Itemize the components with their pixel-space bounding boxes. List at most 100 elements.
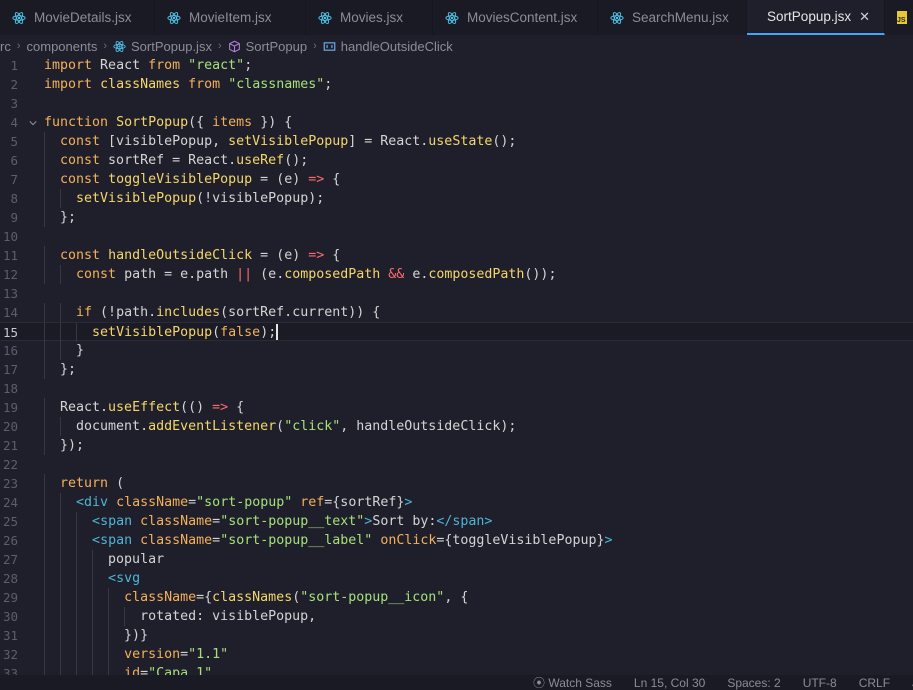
- line-number: 20: [2, 419, 18, 434]
- breadcrumb-item[interactable]: SortPopup: [228, 39, 307, 54]
- code-text: };: [44, 362, 77, 377]
- breadcrumb-item[interactable]: rc: [0, 39, 11, 54]
- code-text: const path = e.path || (e.composedPath &…: [76, 267, 557, 282]
- react-icon: [12, 11, 26, 24]
- status-bar: ⦿ Watch Sass Ln 15, Col 30 Spaces: 2 UTF-8 C…: [0, 675, 913, 690]
- code-text: const sortRef = React.useRef();: [60, 153, 309, 168]
- tab-moviescontent-jsx[interactable]: MoviesContent.jsx: [433, 0, 598, 35]
- code-line[interactable]: 24 <div className="sort-popup" ref={sort…: [0, 493, 913, 512]
- code-line[interactable]: 26 <span className="sort-popup__label" o…: [0, 531, 913, 550]
- code-line[interactable]: 13: [0, 284, 913, 303]
- code-line[interactable]: 11 const handleOutsideClick = (e) => {: [0, 246, 913, 265]
- code-line[interactable]: 25 <span className="sort-popup__text">So…: [0, 512, 913, 531]
- code-text: const toggleVisiblePopup = (e) => {: [60, 172, 341, 187]
- status-item[interactable]: Ln 15, Col 30: [634, 676, 705, 690]
- code-line[interactable]: 17 };: [0, 360, 913, 379]
- line-number: 13: [2, 286, 18, 301]
- code-line[interactable]: 22: [0, 455, 913, 474]
- status-item[interactable]: ⦿ Watch Sass: [533, 675, 612, 690]
- line-number: 16: [2, 343, 18, 358]
- code-line[interactable]: 32 version="1.1": [0, 645, 913, 664]
- code-line[interactable]: 9 };: [0, 208, 913, 227]
- code-line[interactable]: 14 if (!path.includes(sortRef.current)) …: [0, 303, 913, 322]
- fold-chevron-icon[interactable]: [29, 119, 37, 127]
- breadcrumb-label: components: [26, 38, 98, 54]
- chevron-right-icon: ›: [103, 40, 108, 52]
- line-number: 25: [2, 514, 18, 529]
- tab-ap[interactable]: JSAp: [885, 0, 913, 35]
- code-text: <div className="sort-popup" ref={sortRef…: [76, 495, 413, 510]
- code-line[interactable]: 27 popular: [0, 550, 913, 569]
- code-line[interactable]: 31 })}: [0, 626, 913, 645]
- line-number: 2: [10, 77, 18, 92]
- code-line[interactable]: 4 function SortPopup({ items }) {: [0, 113, 913, 132]
- code-line[interactable]: 6 const sortRef = React.useRef();: [0, 151, 913, 170]
- code-line[interactable]: 18: [0, 379, 913, 398]
- code-text: })}: [44, 628, 149, 643]
- line-number: 24: [2, 495, 18, 510]
- tab-searchmenu-jsx[interactable]: SearchMenu.jsx: [598, 0, 747, 35]
- line-number: 4: [10, 115, 18, 130]
- breadcrumb-item[interactable]: components: [27, 39, 98, 54]
- code-line[interactable]: 33 id="Capa_1": [0, 664, 913, 675]
- code-line[interactable]: 7 const toggleVisiblePopup = (e) => {: [0, 170, 913, 189]
- code-text: }: [44, 343, 85, 358]
- line-number: 18: [2, 381, 18, 396]
- code-text: document.addEventListener("click", handl…: [44, 419, 517, 434]
- code-line[interactable]: 2 import classNames from "classnames";: [0, 75, 913, 94]
- code-text: <svg: [108, 571, 141, 586]
- tab-label: Movies.jsx: [340, 10, 404, 25]
- chevron-right-icon: ›: [217, 40, 222, 52]
- line-number: 31: [2, 628, 18, 643]
- breadcrumb-label: SortPopup: [245, 38, 308, 54]
- line-number: 19: [2, 400, 18, 415]
- code-line[interactable]: 10: [0, 227, 913, 246]
- tab-sortpopup-jsx[interactable]: SortPopup.jsx ✕: [747, 0, 885, 35]
- code-text: id="Capa_1": [124, 666, 213, 675]
- react-icon: [167, 11, 181, 24]
- line-number: 30: [2, 609, 18, 624]
- line-number: 6: [10, 153, 18, 168]
- tab-moviedetails-jsx[interactable]: MovieDetails.jsx: [0, 0, 155, 35]
- code-line[interactable]: 1 import React from "react";: [0, 56, 913, 75]
- line-number: 15: [2, 325, 18, 340]
- tab-movies-jsx[interactable]: Movies.jsx: [306, 0, 433, 35]
- code-text: <span className="sort-popup__text">Sort …: [92, 514, 493, 529]
- code-line[interactable]: 5 const [visiblePopup, setVisiblePopup] …: [0, 132, 913, 151]
- code-line[interactable]: 29 className={classNames("sort-popup__ic…: [0, 588, 913, 607]
- code-line[interactable]: 30 rotated: visiblePopup,: [0, 607, 913, 626]
- close-icon[interactable]: ✕: [859, 9, 870, 25]
- tab-movieitem-jsx[interactable]: MovieItem.jsx: [155, 0, 306, 35]
- tab-label: MovieDetails.jsx: [34, 10, 132, 25]
- code-text: React.useEffect(() => {: [44, 400, 245, 415]
- code-line[interactable]: 8 setVisiblePopup(!visiblePopup);: [0, 189, 913, 208]
- code-line[interactable]: 23 return (: [0, 474, 913, 493]
- code-line[interactable]: 12 const path = e.path || (e.composedPat…: [0, 265, 913, 284]
- line-number: 27: [2, 552, 18, 567]
- react-icon: [318, 11, 332, 24]
- code-text: setVisiblePopup(!visiblePopup);: [76, 191, 325, 206]
- status-item[interactable]: UTF-8: [803, 676, 837, 690]
- react-icon: [113, 40, 126, 52]
- status-item[interactable]: Spaces: 2: [727, 676, 780, 690]
- breadcrumb-item[interactable]: handleOutsideClick: [323, 39, 453, 54]
- breadcrumb-item[interactable]: SortPopup.jsx: [113, 39, 212, 54]
- line-number: 17: [2, 362, 18, 377]
- code-text: });: [44, 438, 85, 453]
- line-number: 22: [2, 457, 18, 472]
- code-text: if (!path.includes(sortRef.current)) {: [76, 305, 381, 320]
- code-text: <span className="sort-popup__label" onCl…: [92, 533, 613, 548]
- code-editor[interactable]: 1 import React from "react"; 2 import class…: [0, 55, 913, 675]
- code-line[interactable]: 3: [0, 94, 913, 113]
- code-line[interactable]: 20 document.addEventListener("click", ha…: [0, 417, 913, 436]
- code-line[interactable]: 21 });: [0, 436, 913, 455]
- code-line[interactable]: 19 React.useEffect(() => {: [0, 398, 913, 417]
- code-line[interactable]: 15 setVisiblePopup(false);: [0, 322, 913, 342]
- tab-label: MovieItem.jsx: [189, 10, 272, 25]
- line-number: 29: [2, 590, 18, 605]
- code-line[interactable]: 16 }: [0, 341, 913, 360]
- status-item[interactable]: CRLF: [859, 676, 890, 690]
- breadcrumb-label: rc: [0, 38, 11, 54]
- breadcrumb: rc › components › SortPopup.jsx › SortPopup › ha…: [0, 35, 913, 57]
- code-line[interactable]: 28 <svg: [0, 569, 913, 588]
